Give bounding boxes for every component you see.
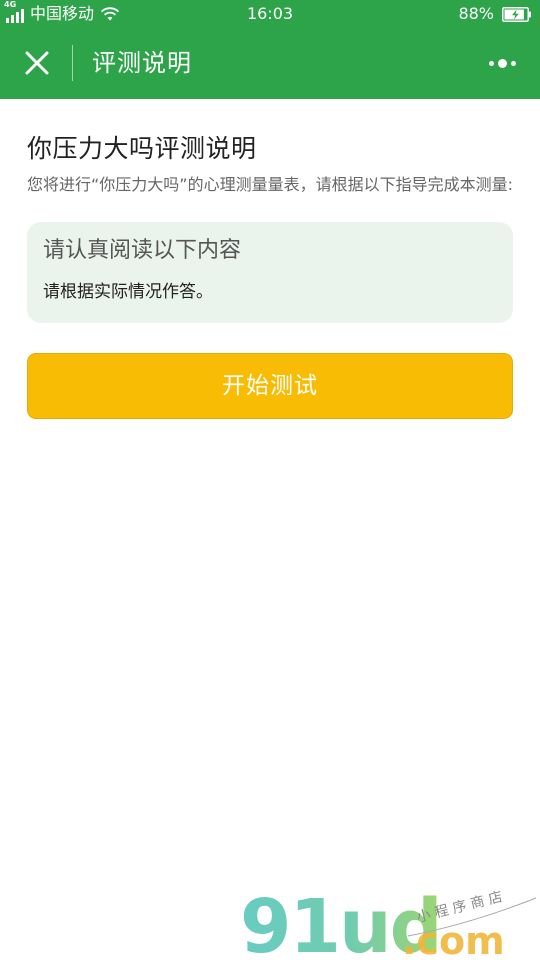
page-title: 评测说明 xyxy=(92,49,192,77)
title-bar: 评测说明 xyxy=(0,28,540,99)
notice-card: 请认真阅读以下内容 请根据实际情况作答。 xyxy=(27,222,513,323)
close-button[interactable] xyxy=(18,44,56,82)
more-options-button[interactable] xyxy=(482,48,522,78)
more-dot-icon xyxy=(497,58,507,68)
assessment-description: 您将进行“你压力大吗”的心理测量量表，请根据以下指导完成本测量: xyxy=(27,175,513,194)
status-right: 88% xyxy=(458,4,532,24)
assessment-heading: 你压力大吗评测说明 xyxy=(27,134,257,163)
status-bar: 4G 中国移动 16:03 88% xyxy=(0,0,540,28)
title-divider xyxy=(72,45,73,81)
close-icon xyxy=(25,51,49,75)
main-content: 你压力大吗评测说明 您将进行“你压力大吗”的心理测量量表，请根据以下指导完成本测… xyxy=(27,99,513,419)
start-test-button[interactable]: 开始测试 xyxy=(27,353,513,419)
battery-percentage: 88% xyxy=(458,4,494,23)
more-dot-icon xyxy=(510,60,516,66)
notice-title: 请认真阅读以下内容 xyxy=(43,238,242,263)
more-dot-icon xyxy=(488,60,494,66)
notice-text: 请根据实际情况作答。 xyxy=(43,282,213,302)
battery-charging-icon xyxy=(502,6,531,22)
watermark-logo: 91ud .com 小 程 序 商 店 xyxy=(240,884,537,960)
